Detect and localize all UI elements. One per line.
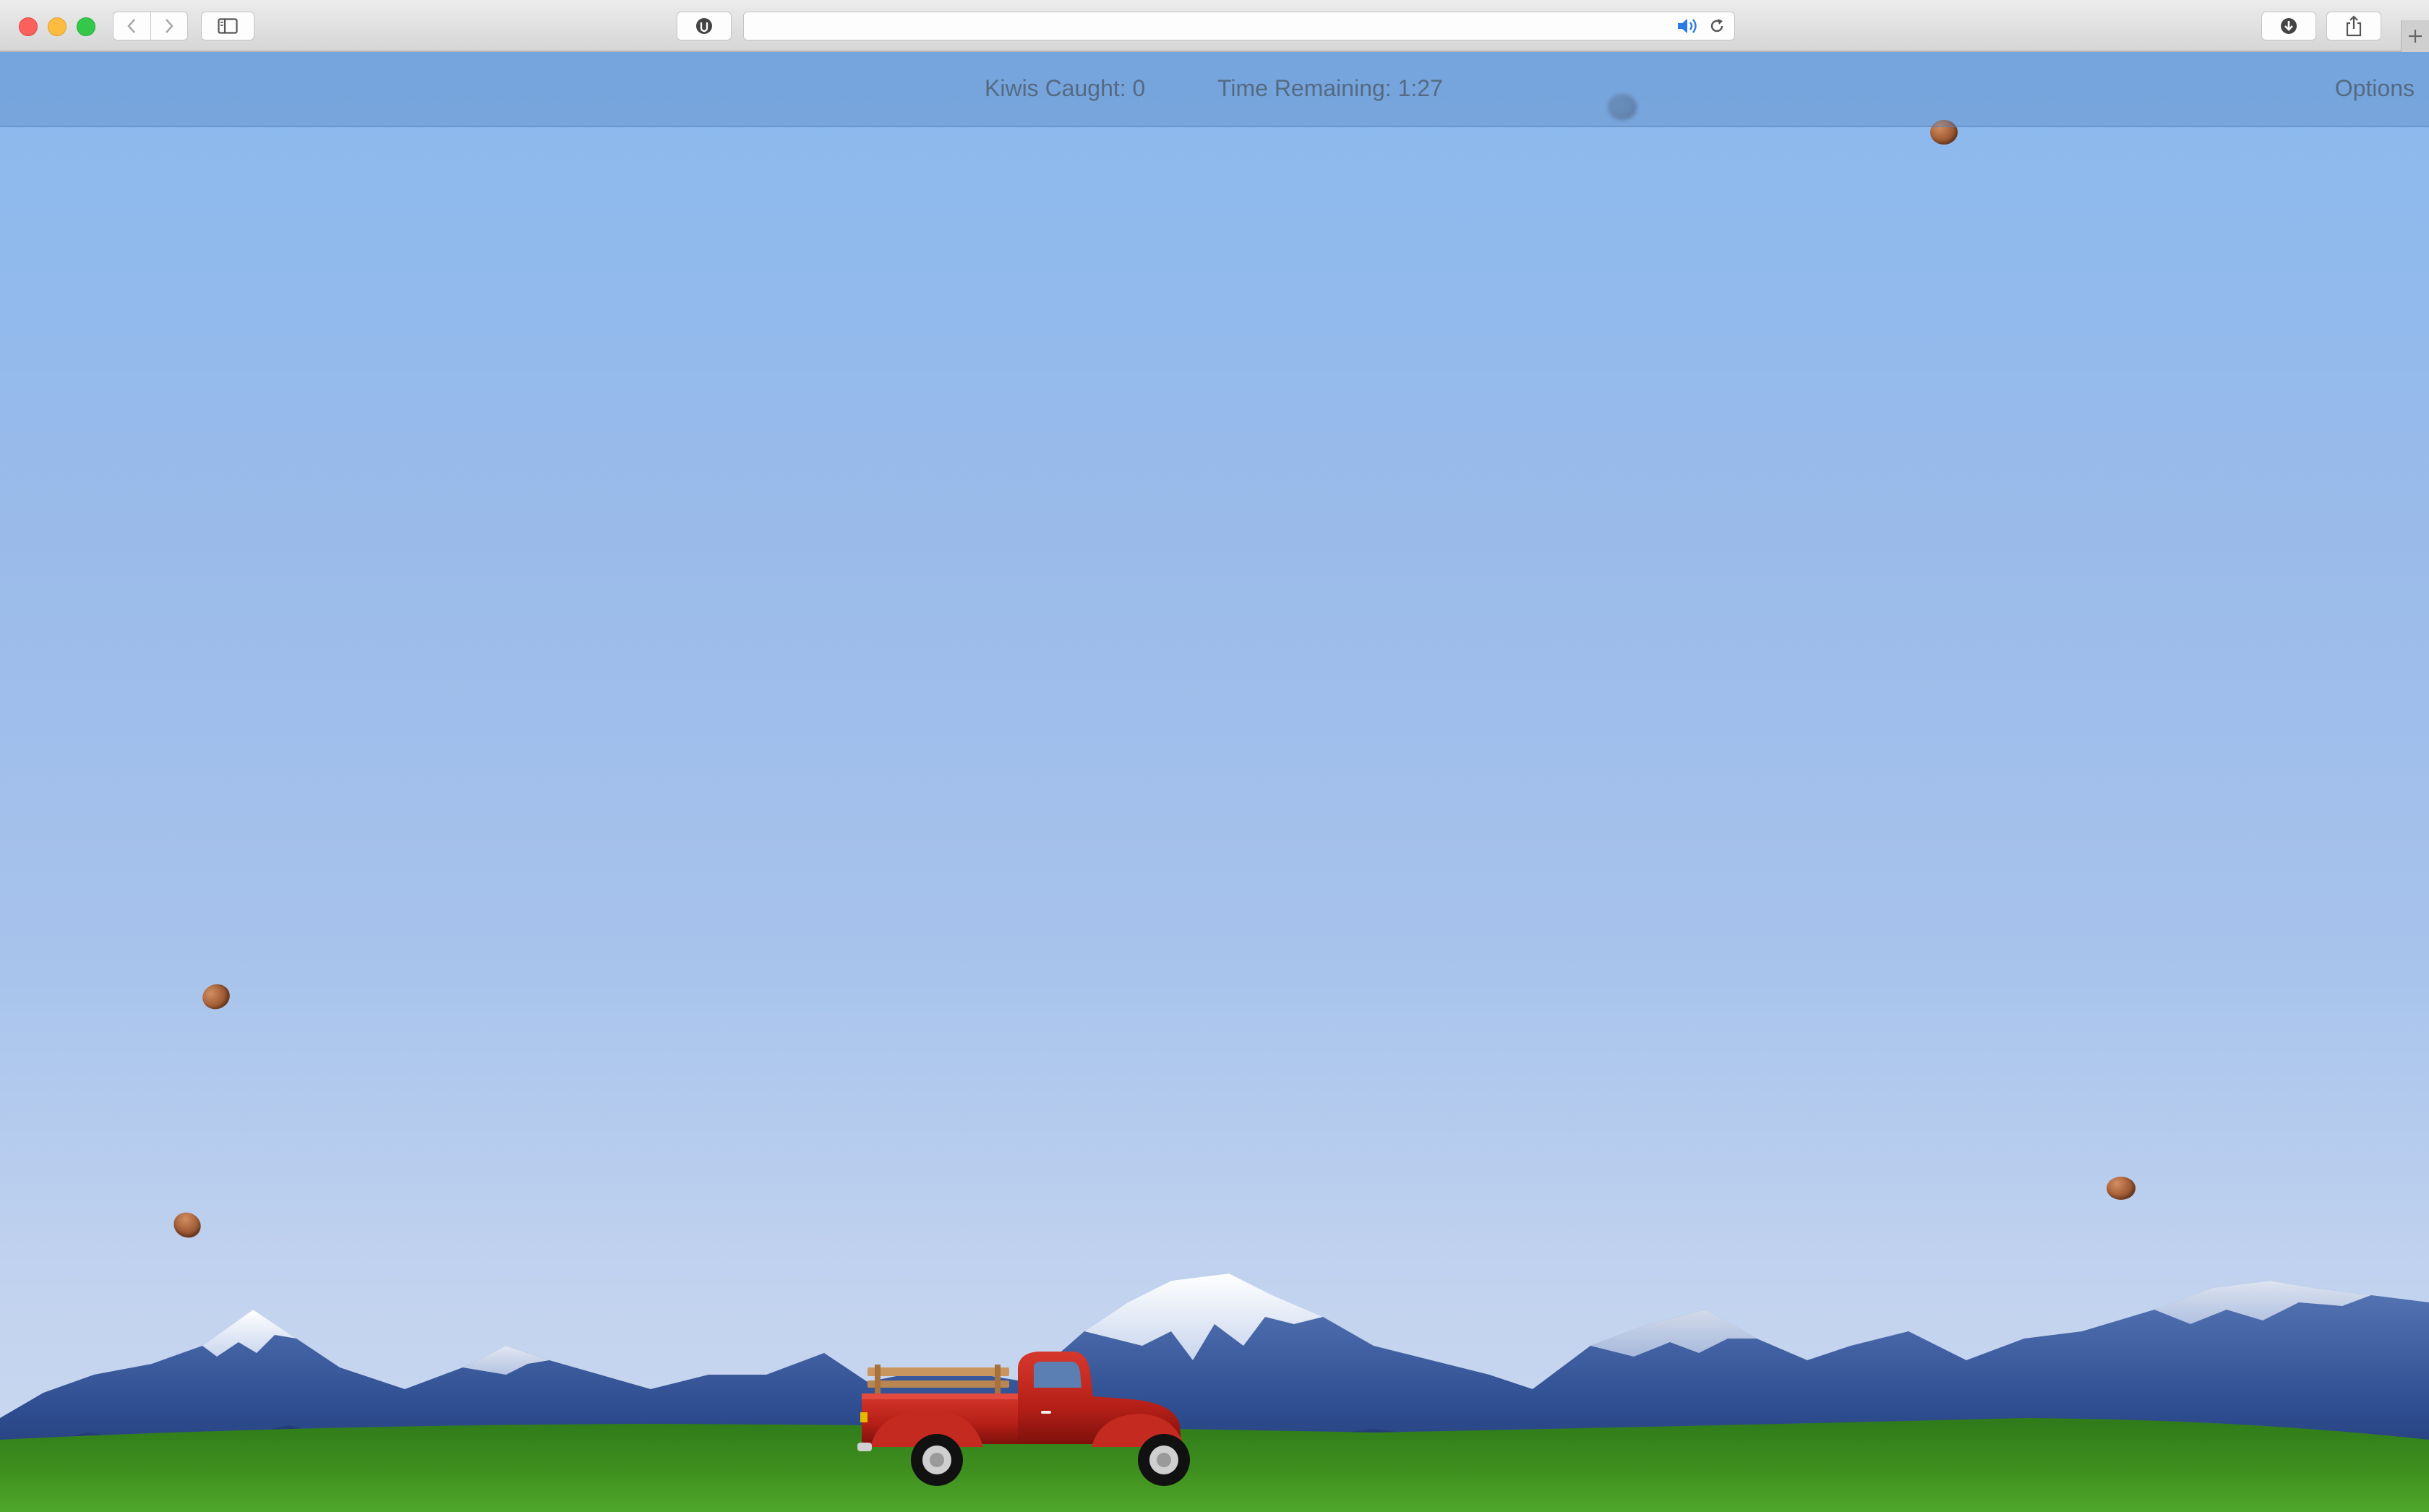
speaker-icon[interactable] bbox=[1676, 17, 1698, 35]
chevron-left-icon bbox=[127, 19, 136, 33]
sidebar-icon bbox=[218, 18, 238, 34]
address-bar[interactable] bbox=[743, 12, 1735, 40]
back-button[interactable] bbox=[113, 12, 150, 40]
forward-button[interactable] bbox=[150, 12, 188, 40]
pickup-truck[interactable] bbox=[857, 1346, 1219, 1490]
falling-kiwi bbox=[2107, 1177, 2135, 1200]
navigation-button-group bbox=[113, 12, 188, 40]
options-link[interactable]: Options bbox=[2335, 75, 2415, 102]
chevron-right-icon bbox=[165, 19, 174, 33]
zoom-window-button[interactable] bbox=[77, 17, 95, 36]
reload-icon[interactable] bbox=[1708, 17, 1726, 35]
browser-toolbar bbox=[0, 0, 2429, 52]
kiwis-caught-counter: Kiwis Caught: 0 bbox=[985, 75, 1146, 101]
share-icon bbox=[2346, 15, 2362, 37]
sidebar-toggle-button[interactable] bbox=[201, 12, 254, 40]
privacy-shield-icon bbox=[696, 18, 712, 34]
new-tab-button[interactable] bbox=[2401, 20, 2429, 52]
falling-kiwi bbox=[169, 1208, 205, 1242]
minimize-window-button[interactable] bbox=[48, 17, 67, 36]
plus-icon bbox=[2409, 30, 2422, 43]
falling-kiwi bbox=[199, 980, 234, 1013]
game-hud: Kiwis Caught: 0 Time Remaining: 1:27 Opt… bbox=[0, 52, 2429, 127]
close-window-button[interactable] bbox=[19, 17, 38, 36]
share-button[interactable] bbox=[2326, 12, 2381, 40]
address-bar-icons bbox=[1676, 12, 1726, 40]
privacy-report-button[interactable] bbox=[677, 12, 732, 40]
downloads-button[interactable] bbox=[2261, 12, 2316, 40]
download-icon bbox=[2281, 18, 2297, 34]
game-canvas[interactable]: Kiwis Caught: 0 Time Remaining: 1:27 Opt… bbox=[0, 52, 2429, 1512]
time-remaining-display: Time Remaining: 1:27 bbox=[1217, 75, 1443, 101]
